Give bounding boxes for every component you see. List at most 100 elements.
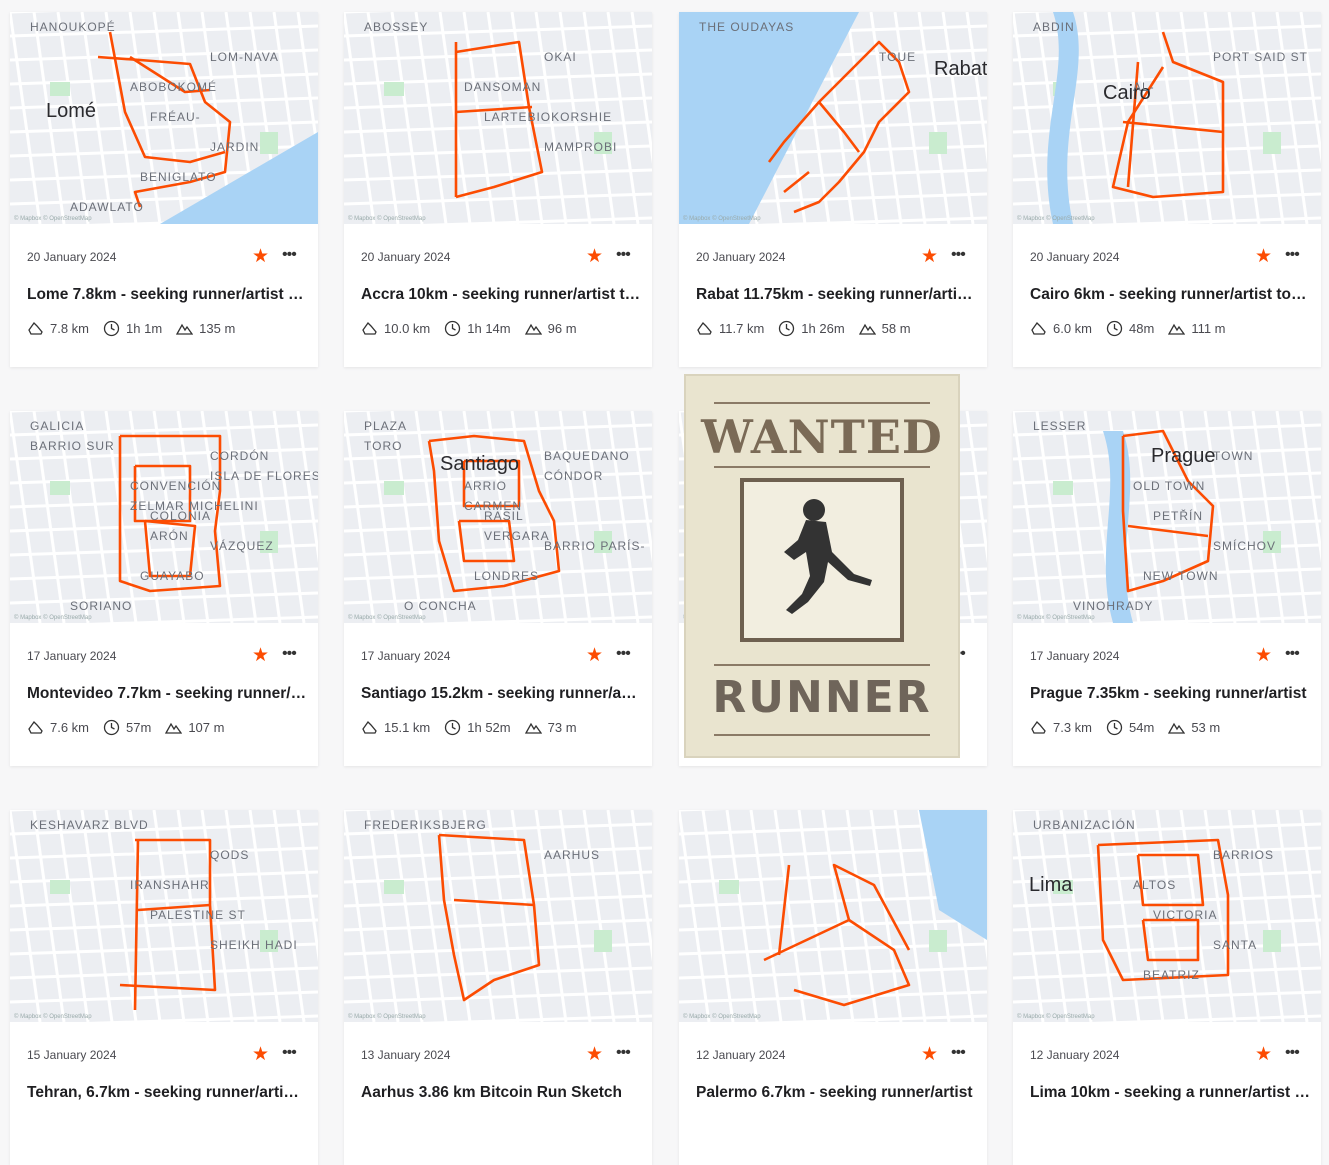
poster-rule-bottom	[714, 734, 930, 736]
star-icon[interactable]: ★	[1255, 646, 1273, 665]
more-options-icon[interactable]: •••	[282, 247, 297, 263]
star-icon[interactable]: ★	[252, 1045, 270, 1064]
activity-title[interactable]: Aarhus 3.86 km Bitcoin Run Sketch	[361, 1084, 641, 1102]
activity-stats: 6.0 km 48m 111 m	[1030, 320, 1240, 337]
route-map[interactable]: Prague LESSER TOWN OLD TOWN Petřín SMÍCHOV NEW…	[1013, 411, 1321, 623]
route-map[interactable]: Rabat the Oudayas Toue © Mapbox © OpenStree…	[679, 12, 987, 224]
map-area-label: NEW TOWN	[1143, 569, 1219, 583]
more-options-icon[interactable]: •••	[282, 1045, 297, 1061]
activity-title[interactable]: Montevideo 7.7km - seeking runner/artist	[27, 685, 307, 703]
star-icon[interactable]: ★	[586, 646, 604, 665]
map-area-label: Toue	[879, 50, 917, 64]
activity-date: 17 January 2024	[1030, 649, 1120, 663]
elevation-value: 96 m	[547, 321, 577, 336]
clock-icon	[445, 719, 461, 736]
star-icon[interactable]: ★	[586, 1045, 604, 1064]
map-copyright: © Mapbox © OpenStreetMap	[348, 216, 426, 222]
activity-title[interactable]: Lome 7.8km - seeking runner/artist to …	[27, 286, 307, 304]
route-map[interactable]: Keshavarz Blvd Qods Iranshahr Palestine St S…	[10, 810, 318, 1022]
activity-title[interactable]: Lima 10km - seeking a runner/artist to …	[1030, 1084, 1310, 1102]
map-copyright: © Mapbox © OpenStreetMap	[683, 1014, 761, 1020]
elevation-icon	[1168, 323, 1186, 335]
map-area-label: TOWN	[1213, 449, 1254, 463]
activity-card[interactable]: Lima URBANIZACIÓN BARRIOS ALTOS VICTORIA SANT…	[1013, 810, 1321, 1165]
activity-title[interactable]: Cairo 6km - seeking runner/artist to …	[1030, 286, 1310, 304]
star-icon[interactable]: ★	[921, 247, 939, 266]
elevation-icon	[165, 722, 183, 734]
distance-value: 6.0 km	[1053, 321, 1093, 336]
route-map-drawing	[679, 12, 987, 224]
activity-title[interactable]: Santiago 15.2km - seeking runner/artist	[361, 685, 641, 703]
distance-value: 7.8 km	[50, 321, 90, 336]
route-map[interactable]: Lima URBANIZACIÓN BARRIOS ALTOS VICTORIA SANT…	[1013, 810, 1321, 1022]
map-area-label: Petřín	[1153, 509, 1204, 523]
activity-card[interactable]: Lomé HANOUKOPÉ LOM-NAVA ABOBOKOMÉ FRÉAU- JARD…	[10, 12, 318, 367]
route-map[interactable]: FREDERIKSBJERG Aarhus © Mapbox © OpenStree…	[344, 810, 652, 1022]
activity-card[interactable]: Keshavarz Blvd Qods Iranshahr Palestine St S…	[10, 810, 318, 1165]
shoe-icon	[362, 321, 377, 335]
activity-card[interactable]: FREDERIKSBJERG Aarhus © Mapbox © OpenStree…	[344, 810, 652, 1165]
map-city-label: Santiago	[440, 453, 519, 475]
map-copyright: © Mapbox © OpenStreetMap	[1017, 615, 1095, 621]
shoe-icon	[28, 720, 43, 734]
activity-title[interactable]: Accra 10km - seeking runner/artist to …	[361, 286, 641, 304]
activity-stats: 11.7 km 1h 26m 58 m	[696, 320, 925, 337]
route-map[interactable]: ABOSSEY OKAI DANSOMAN LARTEBIOKORSHIE MAMPRO…	[344, 12, 652, 224]
elevation-value: 107 m	[188, 720, 225, 735]
star-icon[interactable]: ★	[1255, 1045, 1273, 1064]
time-value: 54m	[1129, 720, 1155, 735]
route-map[interactable]: Galicia CORDÓN Convención Colonia Vázquez Gua…	[10, 411, 318, 623]
more-options-icon[interactable]: •••	[951, 1045, 966, 1061]
route-map[interactable]: Cairo ABDIN Port Said St AL- © Mapbox © Open…	[1013, 12, 1321, 224]
runner-silhouette-icon	[784, 499, 872, 614]
activity-title[interactable]: Rabat 11.75km - seeking runner/artist …	[696, 286, 976, 304]
activity-title[interactable]: Palermo 6.7km - seeking runner/artist	[696, 1084, 976, 1102]
map-city-label: Rabat	[934, 58, 987, 80]
activity-card[interactable]: © Mapbox © OpenStreetMap 12 January 2024 ★…	[679, 810, 987, 1165]
more-options-icon[interactable]: •••	[616, 1045, 631, 1061]
map-area-label: TORO	[364, 439, 403, 453]
activity-card[interactable]: Santiago PLAZA BAQUEDANO ARRIO RASIL BARRIO P…	[344, 411, 652, 766]
star-icon[interactable]: ★	[252, 646, 270, 665]
route-map[interactable]: Lomé HANOUKOPÉ LOM-NAVA ABOBOKOMÉ FRÉAU- JARD…	[10, 12, 318, 224]
more-options-icon[interactable]: •••	[1285, 247, 1300, 263]
map-area-label: OKAI	[544, 50, 577, 64]
activity-card[interactable]: Galicia CORDÓN Convención Colonia Vázquez Gua…	[10, 411, 318, 766]
map-copyright: © Mapbox © OpenStreetMap	[683, 216, 761, 222]
more-options-icon[interactable]: •••	[282, 646, 297, 662]
activity-title[interactable]: Prague 7.35km - seeking runner/artist	[1030, 685, 1310, 703]
activity-date: 20 January 2024	[1030, 250, 1120, 264]
star-icon[interactable]: ★	[252, 247, 270, 266]
route-map[interactable]: Santiago PLAZA BAQUEDANO ARRIO RASIL BARRIO P…	[344, 411, 652, 623]
activity-stats: 7.6 km 57m 107 m	[27, 719, 238, 736]
map-area-label: LARTEBIOKORSHIE	[484, 110, 613, 124]
more-options-icon[interactable]: •••	[616, 247, 631, 263]
map-area-label: ABOBOKOMÉ	[130, 80, 218, 94]
more-options-icon[interactable]: •••	[1285, 1045, 1300, 1061]
map-copyright: © Mapbox © OpenStreetMap	[1017, 1014, 1095, 1020]
activity-card[interactable]: ABOSSEY OKAI DANSOMAN LARTEBIOKORSHIE MAMPRO…	[344, 12, 652, 367]
map-area-label: BEATRIZ	[1143, 968, 1200, 982]
map-area-label: BARRIO SUR	[30, 439, 115, 453]
activity-card[interactable]: Prague LESSER TOWN OLD TOWN Petřín SMÍCHOV NEW…	[1013, 411, 1321, 766]
more-options-icon[interactable]: •••	[951, 247, 966, 263]
activity-title[interactable]: Tehran, 6.7km - seeking runner/artist to…	[27, 1084, 307, 1102]
map-area-label: MAMPROBI	[544, 140, 618, 154]
route-map[interactable]: © Mapbox © OpenStreetMap	[679, 810, 987, 1022]
distance-value: 10.0 km	[384, 321, 431, 336]
map-area-label: Port Said St	[1213, 50, 1308, 64]
poster-runner-text: RUNNER	[712, 672, 932, 723]
more-options-icon[interactable]: •••	[1285, 646, 1300, 662]
map-area-label: BARRIOS	[1213, 848, 1275, 862]
activity-card[interactable]: Rabat the Oudayas Toue © Mapbox © OpenStree…	[679, 12, 987, 367]
star-icon[interactable]: ★	[1255, 247, 1273, 266]
more-options-icon[interactable]: •••	[616, 646, 631, 662]
star-icon[interactable]: ★	[586, 247, 604, 266]
clock-icon	[445, 320, 461, 337]
activity-card[interactable]: Cairo ABDIN Port Said St AL- © Mapbox © Open…	[1013, 12, 1321, 367]
map-area-label: LOM-NAVA	[210, 50, 279, 64]
star-icon[interactable]: ★	[921, 1045, 939, 1064]
map-area-label: ABOSSEY	[364, 20, 429, 34]
poster-frame	[740, 478, 904, 642]
map-area-label: Aarhus	[544, 848, 601, 862]
